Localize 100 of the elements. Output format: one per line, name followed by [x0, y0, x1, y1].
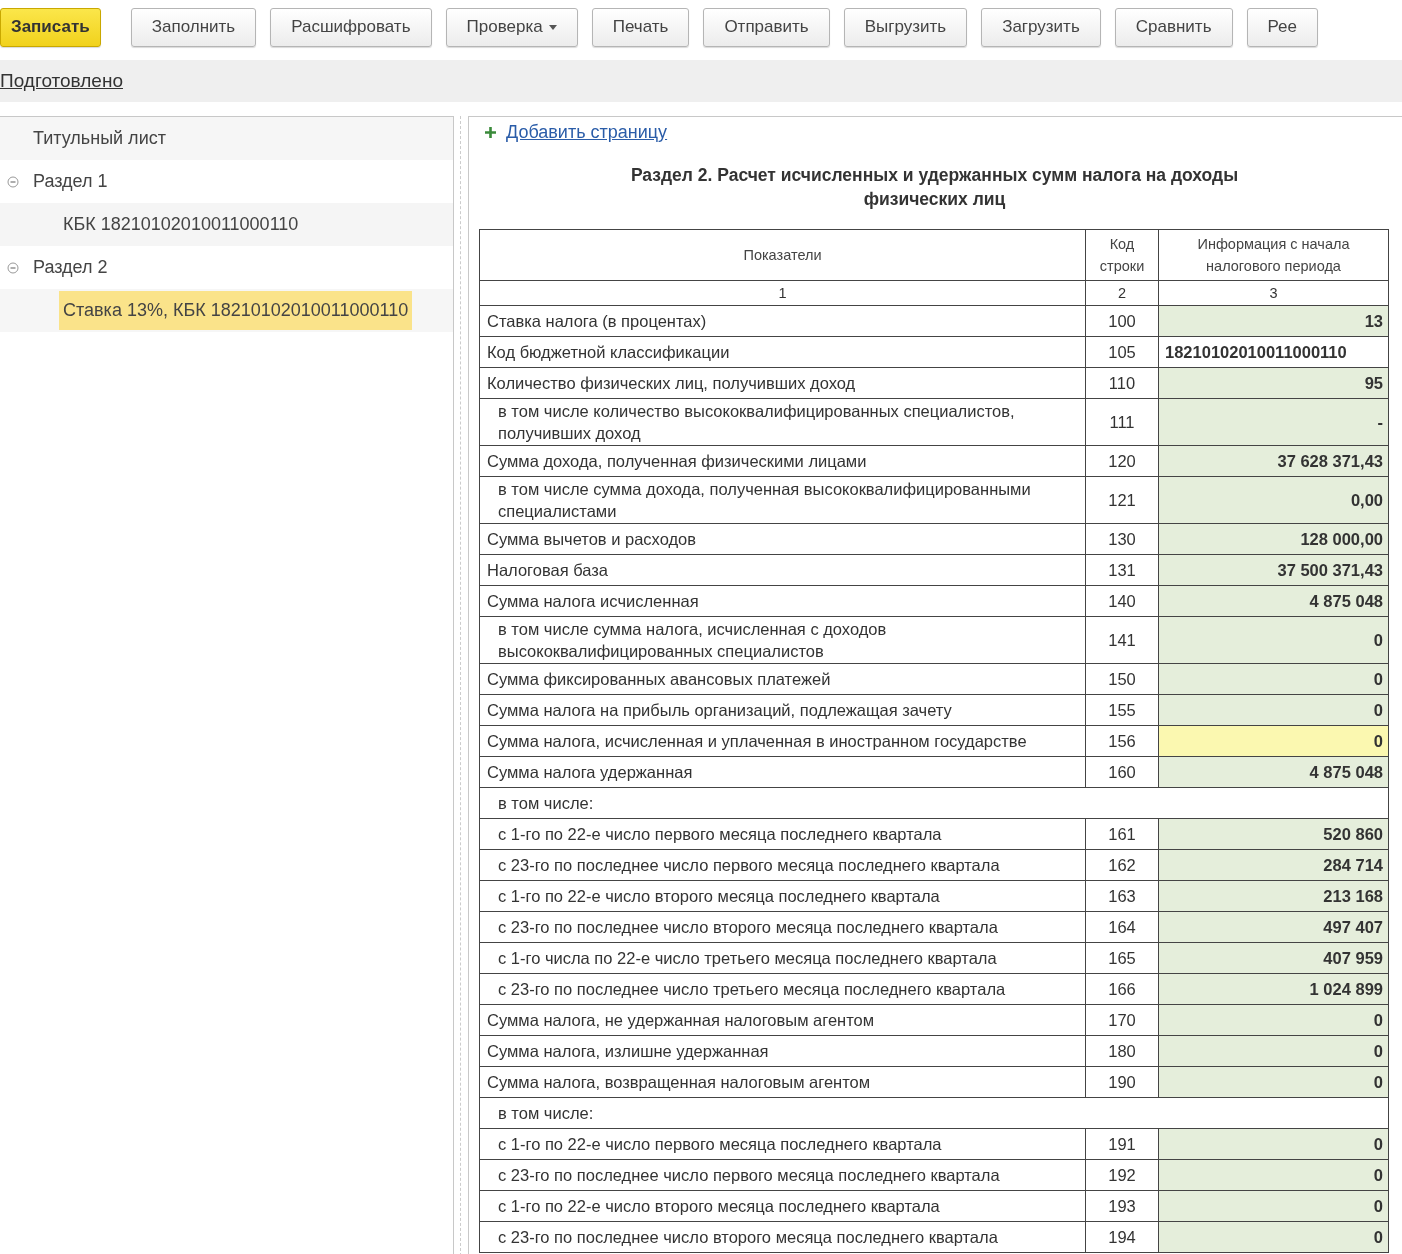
table-cell: с 1-го по 22-е число первого месяца последнего квартала [479, 818, 1086, 850]
column-number: 3 [1158, 280, 1389, 306]
table-cell: 105 [1085, 336, 1159, 368]
value-cell[interactable]: 520 860 [1158, 818, 1389, 850]
table-cell: 162 [1085, 849, 1159, 881]
value-cell[interactable]: 4 875 048 [1158, 756, 1389, 788]
value-cell[interactable]: - [1158, 398, 1389, 446]
table-cell: 120 [1085, 445, 1159, 477]
table-cell: с 23-го по последнее число второго месяца последнего квартала [479, 911, 1086, 943]
table-cell: с 1-го по 22-е число второго месяца последнего квартала [479, 880, 1086, 912]
table-cell: в том числе: [479, 1097, 1389, 1129]
value-cell[interactable]: 95 [1158, 367, 1389, 399]
table-cell: Сумма вычетов и расходов [479, 523, 1086, 555]
table-cell: в том числе сумма налога, исчисленная с доходов высококвалифицированных специалистов [479, 616, 1086, 664]
value-cell[interactable]: 0 [1158, 1066, 1389, 1098]
section-title: Раздел 2. Расчет исчисленных и удержанных сумм налога на доходы физических лиц [629, 164, 1240, 211]
table-cell: с 23-го по последнее число второго месяца последнего квартала [479, 1221, 1086, 1253]
table-cell: 161 [1085, 818, 1159, 850]
value-cell[interactable]: 0 [1158, 616, 1389, 664]
value-cell[interactable]: 497 407 [1158, 911, 1389, 943]
table-cell: 191 [1085, 1128, 1159, 1160]
table-cell: 150 [1085, 663, 1159, 695]
table-cell: 192 [1085, 1159, 1159, 1191]
table-cell: 130 [1085, 523, 1159, 555]
column-number: 2 [1085, 280, 1159, 306]
toolbar-button[interactable]: Записать [0, 7, 101, 47]
toolbar-button[interactable]: Рее [1246, 7, 1319, 47]
value-cell[interactable]: 0 [1158, 1159, 1389, 1191]
table-cell: 180 [1085, 1035, 1159, 1067]
value-cell[interactable]: 0 [1158, 1035, 1389, 1067]
value-cell[interactable]: 128 000,00 [1158, 523, 1389, 555]
value-cell[interactable]: 0 [1158, 1221, 1389, 1253]
value-cell[interactable]: 0 [1158, 694, 1389, 726]
value-cell[interactable]: 0 [1158, 1190, 1389, 1222]
table-cell: 156 [1085, 725, 1159, 757]
table-cell: в том числе количество высококвалифицированных специалистов, получивших доход [479, 398, 1086, 446]
toolbar-button[interactable]: Загрузить [981, 7, 1101, 47]
value-cell[interactable]: 0 [1158, 1128, 1389, 1160]
table-cell: 194 [1085, 1221, 1159, 1253]
table-cell: Сумма фиксированных авансовых платежей [479, 663, 1086, 695]
table-cell: Сумма налога, возвращенная налоговым агентом [479, 1066, 1086, 1098]
toolbar-button[interactable]: Печать [591, 7, 690, 47]
value-cell[interactable]: 0 [1158, 725, 1389, 757]
tree-item[interactable]: Ставка 13%, КБК 18210102010011000110 [59, 291, 413, 330]
table-cell: Сумма налога, исчисленная и уплаченная в иностранном государстве [479, 725, 1086, 757]
table-cell: 140 [1085, 585, 1159, 617]
value-cell[interactable]: 4 875 048 [1158, 585, 1389, 617]
add-page-link[interactable]: Добавить страницу [506, 121, 668, 143]
value-cell[interactable]: 284 714 [1158, 849, 1389, 881]
table-cell: Сумма дохода, полученная физическими лицами [479, 445, 1086, 477]
table-cell: Код бюджетной классификации [479, 336, 1086, 368]
value-cell[interactable]: 0 [1158, 1004, 1389, 1036]
collapse-icon[interactable] [7, 175, 19, 188]
value-cell[interactable]: 0 [1158, 663, 1389, 695]
table-cell: с 1-го числа по 22-е число третьего месяца последнего квартала [479, 942, 1086, 974]
table-cell: 164 [1085, 911, 1159, 943]
table-cell: с 1-го по 22-е число второго месяца последнего квартала [479, 1190, 1086, 1222]
value-cell[interactable]: 213 168 [1158, 880, 1389, 912]
table-cell: с 23-го по последнее число первого месяца последнего квартала [479, 849, 1086, 881]
table-cell: 155 [1085, 694, 1159, 726]
table-cell: 193 [1085, 1190, 1159, 1222]
table-cell: 111 [1085, 398, 1159, 446]
table-cell: Сумма налога на прибыль организаций, подлежащая зачету [479, 694, 1086, 726]
table-cell: 163 [1085, 880, 1159, 912]
toolbar-button[interactable]: Выгрузить [843, 7, 968, 47]
value-cell[interactable]: 37 628 371,43 [1158, 445, 1389, 477]
toolbar-button[interactable]: Сравнить [1114, 7, 1233, 47]
table-cell: Сумма налога, не удержанная налоговым агентом [479, 1004, 1086, 1036]
table-cell: с 23-го по последнее число третьего месяца последнего квартала [479, 973, 1086, 1005]
value-cell[interactable]: 18210102010011000110 [1158, 336, 1389, 368]
table-cell: 141 [1085, 616, 1159, 664]
table-cell: Ставка налога (в процентах) [479, 305, 1086, 337]
toolbar-button[interactable]: Заполнить [130, 7, 257, 47]
value-cell[interactable]: 0,00 [1158, 476, 1389, 524]
table-cell: Количество физических лиц, получивших доход [479, 367, 1086, 399]
caret-icon [548, 24, 557, 30]
table-cell: с 1-го по 22-е число первого месяца последнего квартала [479, 1128, 1086, 1160]
table-cell: 166 [1085, 973, 1159, 1005]
table-cell: Сумма налога исчисленная [479, 585, 1086, 617]
status-link[interactable]: Подготовлено [0, 70, 123, 92]
table-cell: в том числе сумма дохода, полученная высококвалифицированными специалистами [479, 476, 1086, 524]
table-cell: Сумма налога, излишне удержанная [479, 1035, 1086, 1067]
collapse-icon[interactable] [7, 261, 19, 274]
plus-icon [485, 126, 496, 138]
table-cell: в том числе: [479, 787, 1389, 819]
value-cell[interactable]: 37 500 371,43 [1158, 554, 1389, 586]
value-cell[interactable]: 1 024 899 [1158, 973, 1389, 1005]
toolbar-button[interactable]: Расшифровать [270, 7, 432, 47]
table-cell: с 23-го по последнее число первого месяца последнего квартала [479, 1159, 1086, 1191]
value-cell[interactable]: 13 [1158, 305, 1389, 337]
value-cell[interactable]: 407 959 [1158, 942, 1389, 974]
table-cell: Сумма налога удержанная [479, 756, 1086, 788]
table-cell: 100 [1085, 305, 1159, 337]
column-header: Показатели [479, 229, 1086, 281]
table-cell: 160 [1085, 756, 1159, 788]
table-cell: 110 [1085, 367, 1159, 399]
toolbar-button[interactable]: Проверка [445, 7, 578, 47]
column-header: Информация с начала налогового периода [1158, 229, 1389, 281]
toolbar-button[interactable]: Отправить [703, 7, 830, 47]
table-cell: 165 [1085, 942, 1159, 974]
